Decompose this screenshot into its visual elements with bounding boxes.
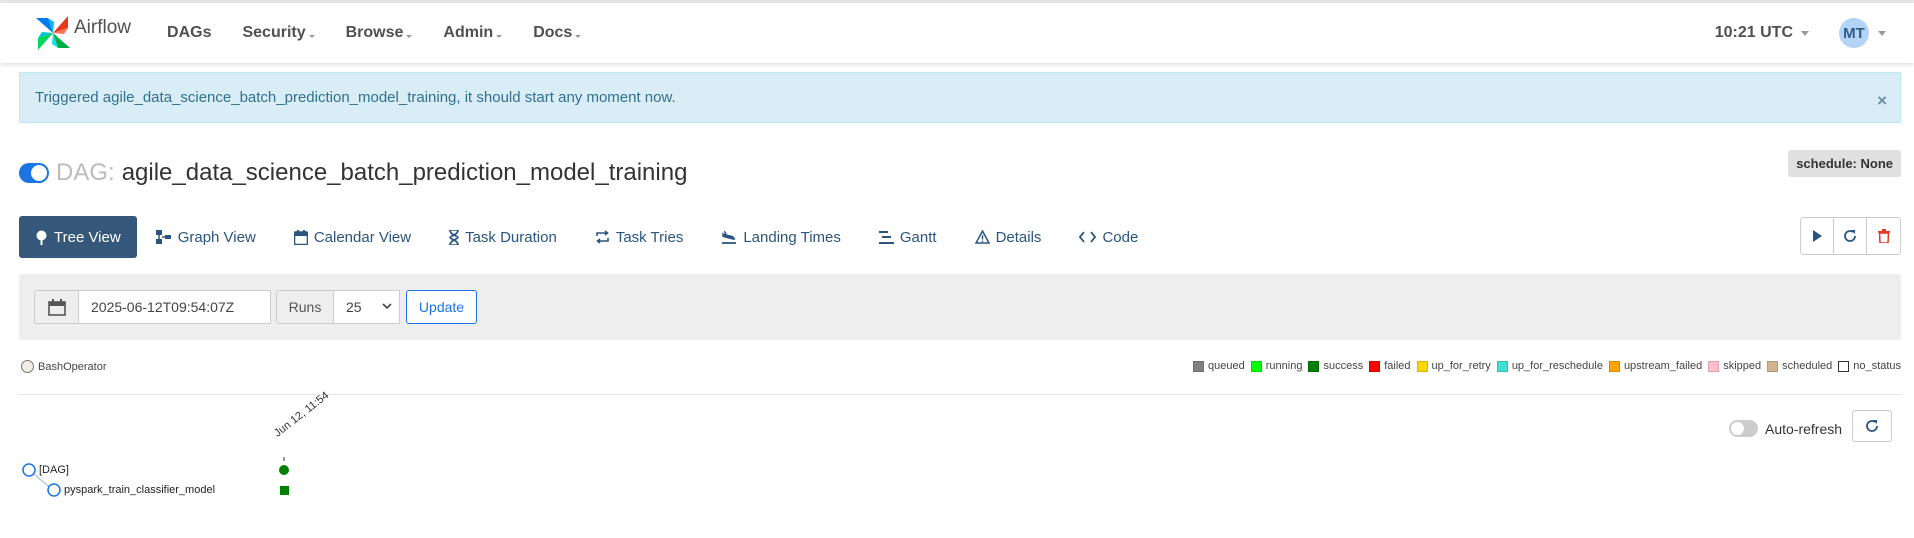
trigger-alert: Triggered agile_data_science_batch_predi…	[19, 72, 1901, 123]
close-icon[interactable]: ×	[1877, 91, 1887, 111]
state-swatch	[1308, 360, 1320, 372]
dag-label: DAG:	[56, 159, 115, 186]
state-no-status: no_status	[1838, 360, 1901, 372]
state-legend: queued running success failed up_for_ret…	[1187, 360, 1901, 372]
update-button[interactable]: Update	[406, 290, 477, 324]
operator-swatch	[21, 360, 34, 373]
tab-details[interactable]: Details	[956, 216, 1061, 258]
refresh-tree-button[interactable]	[1852, 410, 1892, 442]
state-swatch	[1767, 360, 1779, 372]
caret-down-icon	[496, 35, 503, 38]
state-swatch	[1708, 360, 1720, 372]
state-swatch	[1193, 360, 1205, 372]
state-swatch	[1608, 360, 1620, 372]
calendar-icon	[47, 298, 66, 316]
timezone-clock[interactable]: 10:21 UTC	[1715, 24, 1809, 42]
state-queued: queued	[1193, 360, 1245, 372]
schedule-badge: schedule: None	[1788, 150, 1901, 177]
dag-node-label: [DAG]	[39, 464, 69, 476]
dag-node[interactable]	[22, 463, 36, 477]
nav-dags[interactable]: DAGs	[167, 24, 211, 42]
refresh-icon	[1866, 420, 1878, 432]
state-up-for-retry: up_for_retry	[1416, 360, 1491, 372]
tab-task-duration[interactable]: Task Duration	[430, 216, 576, 258]
dag-pause-toggle[interactable]	[19, 163, 49, 183]
nav-docs[interactable]: Docs	[533, 24, 582, 42]
tab-tree-view[interactable]: Tree View	[19, 216, 137, 258]
hourglass-icon	[449, 229, 460, 245]
tab-landing-times[interactable]: Landing Times	[702, 216, 860, 258]
trash-icon	[1877, 229, 1890, 243]
caret-down-icon	[1878, 30, 1886, 36]
page-title: DAG: agile_data_science_batch_prediction…	[19, 159, 687, 187]
state-skipped: skipped	[1708, 360, 1761, 372]
state-swatch	[1496, 360, 1508, 372]
navbar: Airflow DAGs Security Browse Admin Docs …	[0, 3, 1914, 63]
state-swatch	[1838, 360, 1850, 372]
nav-admin[interactable]: Admin	[443, 24, 503, 42]
graph-icon	[155, 230, 172, 244]
state-up-for-reschedule: up_for_reschedule	[1496, 360, 1603, 372]
runs-select[interactable]: 25	[333, 290, 400, 324]
state-swatch	[1416, 360, 1428, 372]
tab-code[interactable]: Code	[1060, 216, 1157, 258]
brand-logo[interactable]: Airflow	[34, 14, 131, 52]
tab-calendar-view[interactable]: Calendar View	[275, 216, 430, 258]
caret-down-icon	[575, 35, 582, 38]
runs-label: Runs	[276, 290, 334, 324]
brand-name: Airflow	[74, 17, 132, 38]
calendar-icon	[293, 229, 308, 245]
state-success: success	[1308, 360, 1363, 372]
date-picker-button[interactable]	[34, 290, 79, 324]
refresh-icon	[1844, 230, 1856, 242]
code-icon	[1079, 231, 1097, 243]
nav-menu: DAGs Security Browse Admin Docs	[167, 24, 612, 42]
nav-browse[interactable]: Browse	[346, 24, 413, 42]
state-scheduled: scheduled	[1767, 360, 1832, 372]
airflow-pinwheel-icon	[36, 16, 70, 50]
delete-dag-button[interactable]	[1867, 218, 1900, 254]
tab-graph-view[interactable]: Graph View	[137, 216, 275, 258]
state-running: running	[1250, 360, 1302, 372]
warning-icon	[974, 230, 990, 244]
dag-id: agile_data_science_batch_prediction_mode…	[121, 159, 688, 186]
dag-actions	[1800, 217, 1901, 255]
state-failed: failed	[1369, 360, 1411, 372]
gantt-icon	[878, 230, 894, 244]
state-swatch	[1250, 360, 1262, 372]
caret-down-icon	[406, 35, 413, 38]
legend-row: BashOperator queued running success fail…	[19, 357, 1901, 377]
base-date-input[interactable]: 2025-06-12T09:54:07Z	[78, 290, 271, 324]
avatar: MT	[1839, 18, 1869, 48]
tab-task-tries[interactable]: Task Tries	[576, 216, 703, 258]
play-icon	[1813, 230, 1822, 242]
auto-refresh-switch[interactable]	[1729, 420, 1758, 437]
tab-gantt[interactable]: Gantt	[860, 216, 956, 258]
retry-icon	[595, 230, 610, 244]
task-node[interactable]	[47, 483, 61, 497]
state-swatch	[1369, 360, 1381, 372]
chevron-down-icon	[382, 303, 392, 310]
user-menu[interactable]: MT	[1839, 18, 1886, 48]
task-node-label: pyspark_train_classifier_model	[64, 484, 216, 496]
alert-message: Triggered agile_data_science_batch_predi…	[35, 89, 676, 106]
dag-view-tabs: Tree View Graph View Calendar View Task …	[19, 216, 1157, 258]
nav-right: 10:21 UTC MT	[1715, 18, 1886, 48]
tree-filter-bar: 2025-06-12T09:54:07Z Runs 25 Update	[19, 274, 1901, 340]
state-upstream-failed: upstream_failed	[1608, 360, 1702, 372]
caret-down-icon	[1801, 30, 1809, 36]
dag-run-status[interactable]	[279, 465, 289, 475]
trigger-dag-button[interactable]	[1801, 218, 1834, 254]
nav-security[interactable]: Security	[242, 24, 315, 42]
caret-down-icon	[308, 35, 315, 38]
tree-icon	[35, 230, 48, 245]
refresh-dag-button[interactable]	[1834, 218, 1867, 254]
operator-legend: BashOperator	[21, 360, 106, 373]
task-instance-status[interactable]	[280, 486, 289, 495]
landing-icon	[721, 230, 737, 244]
auto-refresh-toggle[interactable]: Auto-refresh	[1729, 420, 1842, 437]
